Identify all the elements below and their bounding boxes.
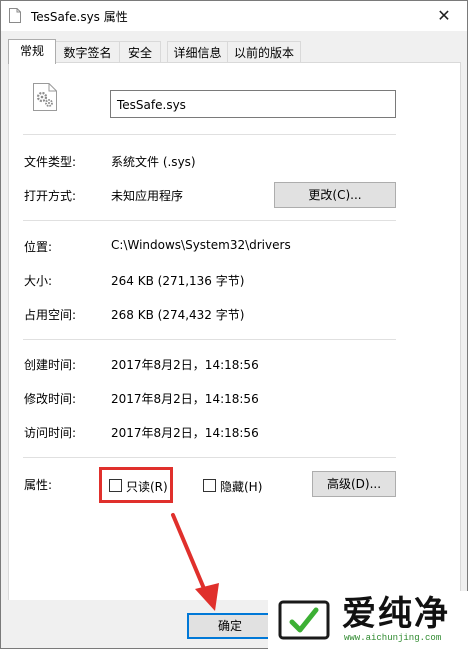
general-panel: TesSafe.sys 文件类型: 系统文件 (.sys) 打开方式: 未知应用… [8,62,461,601]
advanced-button[interactable]: 高级(D)... [312,471,396,497]
filename-field[interactable]: TesSafe.sys [110,90,396,118]
close-button[interactable]: ✕ [421,1,467,31]
watermark-title: 爱纯净 [342,594,450,634]
aichunjing-logo-icon [278,600,330,640]
hidden-checkbox[interactable] [203,479,216,492]
size-label: 大小: [24,274,53,288]
tab-digital-signature[interactable]: 数字签名 [55,41,120,64]
tab-security[interactable]: 安全 [119,41,161,64]
accessed-label: 访问时间: [24,426,77,440]
tab-general[interactable]: 常规 [8,39,56,64]
location-value: C:\Windows\System32\drivers [111,238,291,252]
open-with-value: 未知应用程序 [111,189,184,203]
created-label: 创建时间: [24,358,77,372]
readonly-highlight-box [99,467,173,503]
change-button[interactable]: 更改(C)... [274,182,396,208]
file-icon [9,8,21,23]
accessed-value: 2017年8月2日，14:18:56 [111,426,259,440]
divider [23,339,396,340]
watermark: 爱纯净 www.aichunjing.com [268,591,468,649]
divider [23,134,396,135]
modified-label: 修改时间: [24,392,77,406]
attributes-label: 属性: [24,478,53,492]
file-type-label: 文件类型: [24,155,77,169]
title-bar: TesSafe.sys 属性 ✕ [1,1,467,31]
open-with-label: 打开方式: [24,189,77,203]
tab-previous-versions[interactable]: 以前的版本 [227,41,301,64]
properties-window: TesSafe.sys 属性 ✕ 常规 数字签名 安全 详细信息 以前的版本 T… [0,0,468,649]
created-value: 2017年8月2日，14:18:56 [111,358,259,372]
size-on-disk-label: 占用空间: [24,308,77,322]
file-type-value: 系统文件 (.sys) [111,155,196,169]
hidden-label[interactable]: 隐藏(H) [220,478,262,495]
size-on-disk-value: 268 KB (274,432 字节) [111,308,245,322]
watermark-url: www.aichunjing.com [344,633,442,643]
modified-value: 2017年8月2日，14:18:56 [111,392,259,406]
divider [23,457,396,458]
red-arrow-annotation [171,513,219,611]
system-file-icon [33,83,57,111]
location-label: 位置: [24,240,53,254]
tab-details[interactable]: 详细信息 [167,41,228,64]
window-title: TesSafe.sys 属性 [31,10,128,24]
size-value: 264 KB (271,136 字节) [111,274,245,288]
divider [23,220,396,221]
ok-button[interactable]: 确定 [187,613,273,639]
